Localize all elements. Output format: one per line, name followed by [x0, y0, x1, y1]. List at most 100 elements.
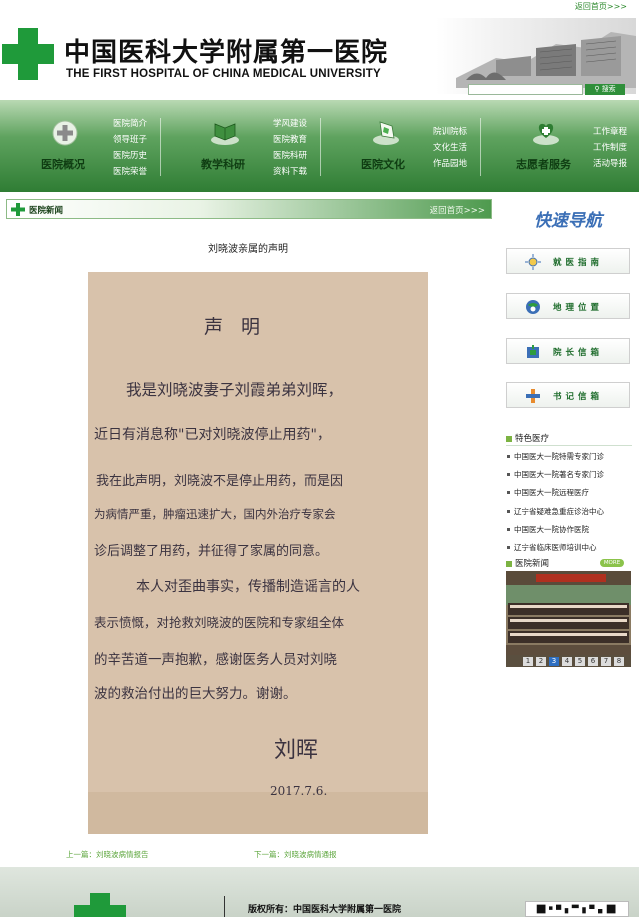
- main-nav: 医院概况 医院简介 领导班子 医院历史 医院荣誉 教学科研 学风建设 医院教育 …: [0, 100, 639, 192]
- nav-title-overview[interactable]: 医院概况: [41, 156, 85, 172]
- nav-link[interactable]: 资料下载: [273, 164, 307, 180]
- quick-btn-location[interactable]: 地理位置: [506, 293, 630, 319]
- nav-link[interactable]: 院训院标: [433, 124, 467, 140]
- nav-link[interactable]: 医院教育: [273, 132, 307, 148]
- nav-link[interactable]: 工作制度: [593, 140, 627, 156]
- nav-title-teaching[interactable]: 教学科研: [201, 156, 245, 172]
- square-bullet-icon: [506, 560, 512, 567]
- nav-link[interactable]: 医院荣誉: [113, 164, 147, 180]
- quick-btn-label: 就医指南: [553, 258, 604, 268]
- letter-line: 近日有消息称"已对刘晓波停止用药"，: [94, 427, 331, 443]
- hospital-news-heading: 医院新闻: [506, 557, 549, 569]
- pager-button[interactable]: 5: [575, 657, 585, 666]
- list-item[interactable]: 中国医大一院著名专家门诊: [506, 466, 636, 484]
- quick-btn-label: 院长信箱: [553, 348, 604, 358]
- pager-button-active[interactable]: 3: [549, 657, 559, 666]
- letter-line: 诊后调整了用药，并征得了家属的同意。: [94, 544, 329, 559]
- section-home-link[interactable]: 返回首页>>>: [430, 204, 485, 216]
- nav-group-volunteer: 志愿者服务 工作章程 工作制度 活动导报: [480, 100, 639, 192]
- bullet-icon: [507, 473, 510, 477]
- book-icon[interactable]: [210, 118, 240, 146]
- letter-line: 我在此声明，刘晓波不是停止用药，而是因: [96, 474, 344, 489]
- letter-line: 本人对歪曲事实，传播制造谣言的人: [136, 579, 360, 595]
- list-item[interactable]: 辽宁省临床医师培训中心: [506, 539, 636, 557]
- hospital-cross-logo-icon[interactable]: [2, 28, 54, 80]
- quick-btn-guide[interactable]: 就医指南: [506, 248, 630, 274]
- plus-circle-icon[interactable]: [52, 120, 78, 146]
- prev-article-link[interactable]: 上一篇：刘晓波病情报告: [66, 849, 149, 860]
- divider: [506, 445, 632, 446]
- quick-btn-label: 书记信箱: [553, 392, 604, 402]
- bullet-icon: [507, 509, 510, 513]
- nav-links-overview: 医院简介 领导班子 医院历史 医院荣誉: [113, 116, 147, 180]
- nav-links-volunteer: 工作章程 工作制度 活动导报: [593, 124, 627, 172]
- letter-line: 我是刘晓波妻子刘霞弟弟刘晖，: [126, 381, 344, 399]
- quick-btn-label: 地理位置: [553, 303, 604, 313]
- heart-hands-icon[interactable]: [532, 118, 560, 146]
- nav-link[interactable]: 学风建设: [273, 116, 307, 132]
- nav-link[interactable]: 医院简介: [113, 116, 147, 132]
- news-slideshow-photo[interactable]: 1 2 3 4 5 6 7 8: [506, 571, 631, 667]
- letter-line: 波的救治付出的巨大努力。谢谢。: [94, 686, 297, 702]
- pager-button[interactable]: 2: [536, 657, 546, 666]
- bullet-icon: [507, 455, 510, 458]
- more-button[interactable]: MORE: [600, 559, 624, 567]
- list-item-label: 中国医大一院协作医院: [514, 524, 589, 534]
- section-title: 医院新闻: [29, 206, 64, 216]
- nav-link[interactable]: 文化生活: [433, 140, 467, 156]
- logo-chinese-name[interactable]: 中国医科大学附属第一医院: [64, 32, 388, 69]
- quick-btn-secretary-mail[interactable]: 书记信箱: [506, 382, 630, 408]
- next-article-link[interactable]: 下一篇：刘晓波病情通报: [254, 849, 337, 860]
- special-medical-title: 特色医疗: [515, 434, 550, 444]
- footer-copyright: 版权所有：中国医科大学附属第一医院: [248, 905, 402, 915]
- sun-icon: [525, 254, 541, 270]
- slideshow-pager: 1 2 3 4 5 6 7 8: [506, 655, 631, 667]
- article-title: 刘晓波亲属的声明: [208, 244, 288, 255]
- qr-code-icon: [525, 901, 629, 917]
- nav-link[interactable]: 作品园地: [433, 156, 467, 172]
- cross-icon: [526, 389, 540, 403]
- pager-button[interactable]: 8: [614, 657, 624, 666]
- list-item-label: 中国医大一院特需专家门诊: [514, 452, 604, 461]
- list-item-label: 中国医大一院著名专家门诊: [514, 470, 604, 480]
- nav-link[interactable]: 活动导报: [593, 156, 627, 172]
- nav-title-volunteer[interactable]: 志愿者服务: [516, 156, 571, 172]
- letter-date: 2017.7.6.: [270, 784, 328, 798]
- flag-icon[interactable]: [372, 118, 400, 146]
- quick-nav-title: 快速导航: [534, 211, 602, 231]
- list-item[interactable]: 中国医大一院远程医疗: [506, 484, 636, 502]
- search-input[interactable]: [468, 84, 583, 95]
- green-cross-icon: [11, 203, 25, 216]
- nav-link[interactable]: 领导班子: [113, 132, 147, 148]
- quick-btn-president-mail[interactable]: 院长信箱: [506, 338, 630, 364]
- search-button[interactable]: ⚲ 搜索: [585, 84, 625, 95]
- pager-button[interactable]: 7: [601, 657, 611, 666]
- bullet-icon: [507, 491, 510, 495]
- list-item-label: 辽宁省疑难急重症诊治中心: [514, 506, 604, 516]
- nav-group-culture: 医院文化 院训院标 文化生活 作品园地: [320, 100, 480, 192]
- logo-english-name[interactable]: THE FIRST HOSPITAL OF CHINA MEDICAL UNIV…: [66, 68, 381, 80]
- site-footer: 版权所有：中国医科大学附属第一医院: [0, 867, 639, 917]
- pager-button[interactable]: 4: [562, 657, 572, 666]
- top-home-link[interactable]: 返回首页>>>: [575, 1, 627, 12]
- site-header: 中国医科大学附属第一医院 THE FIRST HOSPITAL OF CHINA…: [0, 12, 639, 100]
- list-item[interactable]: 中国医大一院协作医院: [506, 521, 636, 539]
- list-item[interactable]: 中国医大一院特需专家门诊: [506, 448, 636, 466]
- pager-button[interactable]: 6: [588, 657, 598, 666]
- search-button-label: 搜索: [601, 85, 616, 93]
- nav-link[interactable]: 医院历史: [113, 148, 147, 164]
- group-photo-image: [506, 571, 631, 667]
- search-area: ⚲ 搜索: [468, 84, 628, 96]
- handwritten-statement-image: 声 明 我是刘晓波妻子刘霞弟弟刘晖， 近日有消息称"已对刘晓波停止用药"， 我在…: [88, 272, 428, 834]
- list-item[interactable]: 辽宁省疑难急重症诊治中心: [506, 503, 636, 521]
- hospital-news-title: 医院新闻: [515, 559, 550, 569]
- letter-line: 的辛苦道一声抱歉，感谢医务人员对刘晓: [94, 652, 337, 668]
- globe-icon: [526, 300, 540, 314]
- nav-links-culture: 院训院标 文化生活 作品园地: [433, 124, 467, 172]
- nav-group-teaching: 教学科研 学风建设 医院教育 医院科研 资料下载: [160, 100, 320, 192]
- nav-link[interactable]: 工作章程: [593, 124, 627, 140]
- letter-line: 为病情严重，肿瘤迅速扩大，国内外治疗专家会: [94, 507, 336, 521]
- nav-title-culture[interactable]: 医院文化: [361, 156, 405, 172]
- pager-button[interactable]: 1: [523, 657, 533, 666]
- nav-link[interactable]: 医院科研: [273, 148, 307, 164]
